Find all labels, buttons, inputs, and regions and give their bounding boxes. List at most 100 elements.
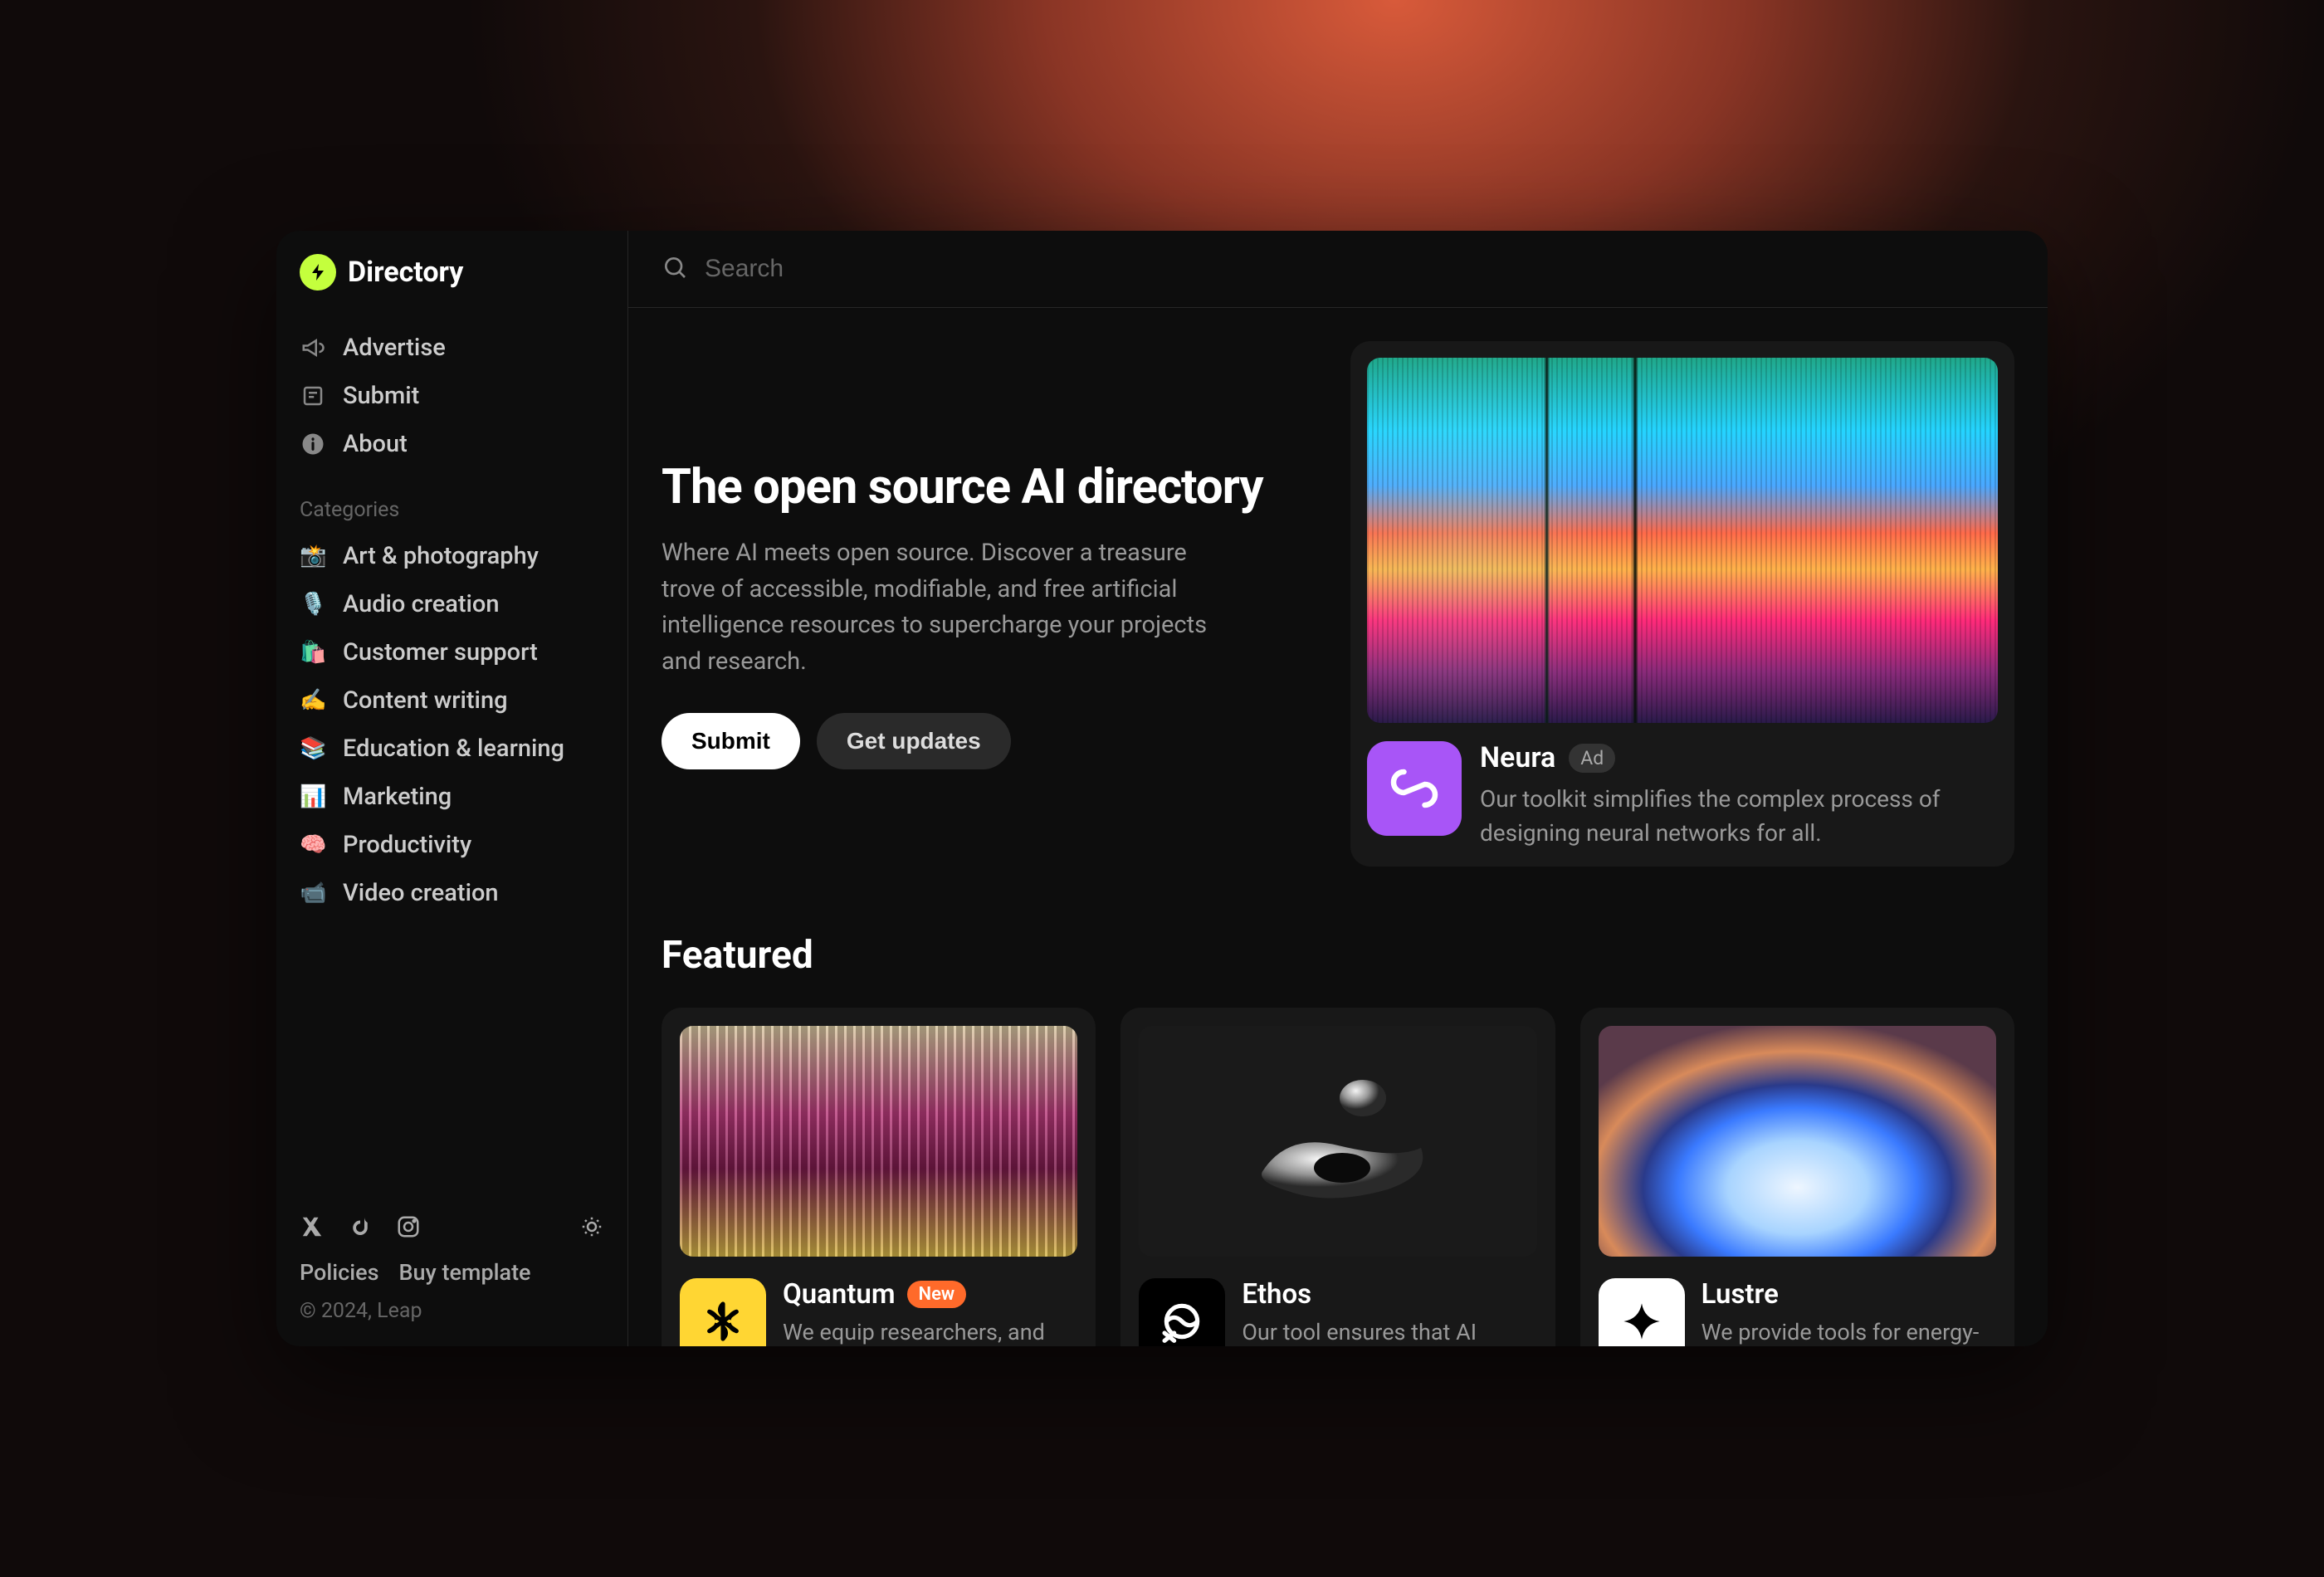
categories-heading: Categories — [276, 478, 627, 532]
card-info: Quantum New We equip researchers, and — [783, 1278, 1077, 1346]
cat-content-writing[interactable]: ✍️ Content writing — [276, 676, 627, 725]
promo-description: Our toolkit simplifies the complex proce… — [1480, 783, 1998, 850]
hero-row: The open source AI directory Where AI me… — [662, 449, 2014, 867]
sidebar: Directory Advertise Submit About — [276, 231, 628, 1346]
card-footer: Quantum New We equip researchers, and — [680, 1278, 1077, 1346]
cat-emoji: 📚 — [300, 736, 326, 761]
hero-title: The open source AI directory — [662, 459, 1317, 515]
cat-marketing[interactable]: 📊 Marketing — [276, 773, 627, 821]
promo-footer: Neura Ad Our toolkit simplifies the comp… — [1367, 723, 1998, 850]
card-image — [1599, 1026, 1996, 1257]
card-info: Lustre We provide tools for energy- — [1702, 1278, 1996, 1346]
featured-heading: Featured — [662, 933, 2014, 978]
ethos-logo-icon — [1159, 1298, 1205, 1345]
instagram-icon[interactable] — [396, 1214, 421, 1239]
cat-label: Customer support — [343, 638, 538, 666]
neura-logo-icon — [1389, 764, 1439, 813]
topbar — [628, 231, 2048, 308]
nav-item-label: Advertise — [343, 334, 446, 362]
cat-label: Education & learning — [343, 735, 564, 763]
search-icon — [662, 254, 688, 284]
cat-label: Marketing — [343, 783, 452, 811]
liquid-metal-icon — [1213, 1058, 1462, 1224]
nav-about[interactable]: About — [300, 420, 604, 468]
bolt-icon — [308, 262, 328, 282]
cat-label: Video creation — [343, 879, 499, 907]
card-avatar — [1599, 1278, 1685, 1346]
app-window: Directory Advertise Submit About — [276, 231, 2048, 1346]
card-avatar — [1139, 1278, 1225, 1346]
promo-avatar — [1367, 741, 1462, 836]
brand-name: Directory — [348, 256, 463, 289]
cat-emoji: 🎙️ — [300, 592, 326, 617]
featured-card-quantum[interactable]: Quantum New We equip researchers, and — [662, 1008, 1096, 1346]
cat-emoji: 📊 — [300, 784, 326, 809]
cat-audio-creation[interactable]: 🎙️ Audio creation — [276, 580, 627, 628]
search-input[interactable] — [705, 255, 2014, 283]
promo-card[interactable]: Neura Ad Our toolkit simplifies the comp… — [1350, 341, 2014, 867]
cat-emoji: 📸 — [300, 544, 326, 569]
lustre-logo-icon — [1620, 1300, 1663, 1343]
tiktok-icon[interactable] — [348, 1214, 373, 1239]
ad-badge: Ad — [1569, 744, 1615, 773]
categories-list: 📸 Art & photography 🎙️ Audio creation 🛍️… — [276, 532, 627, 917]
x-twitter-icon[interactable] — [300, 1214, 325, 1239]
card-title: Lustre — [1702, 1278, 1779, 1311]
cat-label: Audio creation — [343, 590, 500, 618]
nav-item-label: About — [343, 430, 408, 458]
cat-emoji: 📹 — [300, 881, 326, 906]
card-image — [680, 1026, 1077, 1257]
form-icon — [300, 383, 326, 409]
megaphone-icon — [300, 334, 326, 361]
card-title: Quantum — [783, 1278, 896, 1311]
cat-productivity[interactable]: 🧠 Productivity — [276, 821, 627, 869]
cat-art-photography[interactable]: 📸 Art & photography — [276, 532, 627, 580]
cat-emoji: 🛍️ — [300, 640, 326, 665]
new-badge: New — [907, 1281, 967, 1308]
card-footer: Ethos Our tool ensures that AI — [1139, 1278, 1536, 1346]
social-row — [300, 1203, 604, 1251]
featured-grid: Quantum New We equip researchers, and — [662, 1008, 2014, 1346]
card-image — [1139, 1026, 1536, 1257]
brand-logo — [300, 254, 336, 290]
hero-text: The open source AI directory Where AI me… — [662, 449, 1317, 867]
info-icon — [300, 431, 326, 457]
footer-links: Policies Buy template — [300, 1251, 604, 1294]
card-description: Our tool ensures that AI — [1242, 1317, 1536, 1346]
submit-button[interactable]: Submit — [662, 713, 800, 769]
cat-label: Art & photography — [343, 542, 539, 570]
nav-submit[interactable]: Submit — [300, 372, 604, 420]
promo-title: Neura — [1480, 741, 1555, 774]
featured-card-ethos[interactable]: Ethos Our tool ensures that AI — [1120, 1008, 1555, 1346]
cat-video-creation[interactable]: 📹 Video creation — [276, 869, 627, 917]
buy-template-link[interactable]: Buy template — [398, 1259, 530, 1286]
hero-description: Where AI meets open source. Discover a t… — [662, 535, 1243, 680]
cat-customer-support[interactable]: 🛍️ Customer support — [276, 628, 627, 676]
featured-card-lustre[interactable]: Lustre We provide tools for energy- — [1580, 1008, 2014, 1346]
cat-emoji: 🧠 — [300, 832, 326, 857]
cat-education-learning[interactable]: 📚 Education & learning — [276, 725, 627, 773]
card-description: We provide tools for energy- — [1702, 1317, 1996, 1346]
nav-main: Advertise Submit About — [276, 314, 627, 478]
copyright: © 2024, Leap — [300, 1294, 604, 1323]
sidebar-footer: Policies Buy template © 2024, Leap — [276, 1203, 627, 1323]
promo-image — [1367, 358, 1998, 723]
card-info: Ethos Our tool ensures that AI — [1242, 1278, 1536, 1346]
get-updates-button[interactable]: Get updates — [817, 713, 1011, 769]
brand[interactable]: Directory — [276, 254, 627, 314]
cat-label: Content writing — [343, 686, 508, 715]
card-footer: Lustre We provide tools for energy- — [1599, 1278, 1996, 1346]
quantum-logo-icon — [700, 1298, 746, 1345]
card-avatar — [680, 1278, 766, 1346]
content: The open source AI directory Where AI me… — [628, 308, 2048, 1346]
cat-label: Productivity — [343, 831, 471, 859]
main: The open source AI directory Where AI me… — [628, 231, 2048, 1346]
sun-icon[interactable] — [579, 1214, 604, 1239]
card-description: We equip researchers, and — [783, 1317, 1077, 1346]
policies-link[interactable]: Policies — [300, 1259, 378, 1286]
cat-emoji: ✍️ — [300, 688, 326, 713]
nav-item-label: Submit — [343, 382, 419, 410]
promo-info: Neura Ad Our toolkit simplifies the comp… — [1480, 741, 1998, 850]
hero-buttons: Submit Get updates — [662, 713, 1317, 769]
nav-advertise[interactable]: Advertise — [300, 324, 604, 372]
